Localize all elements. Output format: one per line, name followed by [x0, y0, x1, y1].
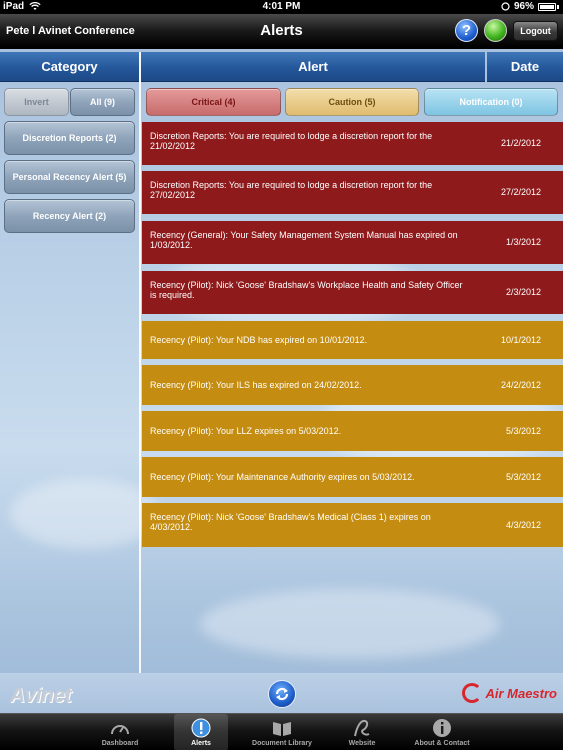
- info-icon: [433, 719, 451, 737]
- tab-about-contact[interactable]: About & Contact: [397, 714, 487, 750]
- column-divider: [139, 52, 141, 675]
- battery-percent: 96%: [513, 1, 534, 12]
- alert-message: Discretion Reports: You are required to …: [150, 131, 433, 151]
- logout-button[interactable]: Logout: [513, 21, 558, 41]
- alert-row[interactable]: Recency (Pilot): Your LLZ expires on 5/0…: [142, 411, 563, 451]
- alert-message: Recency (Pilot): Nick 'Goose' Bradshaw's…: [150, 512, 431, 532]
- alert-message: Recency (Pilot): Your ILS has expired on…: [150, 380, 362, 390]
- alert-row[interactable]: Recency (Pilot): Your ILS has expired on…: [142, 365, 563, 405]
- alert-date: 1/3/2012: [505, 237, 541, 247]
- alert-date: 5/3/2012: [505, 426, 541, 436]
- air-maestro-logo: Air Maestro: [462, 683, 557, 703]
- alert-row[interactable]: Recency (Pilot): Nick 'Goose' Bradshaw's…: [142, 271, 563, 314]
- tab-alerts[interactable]: Alerts: [174, 714, 228, 750]
- logo-strip: Avinet Air Maestro: [0, 673, 563, 713]
- web-icon: [354, 719, 370, 737]
- alert-date: 21/2/2012: [500, 138, 541, 148]
- alert-message: Recency (General): Your Safety Managemen…: [150, 230, 458, 250]
- alert-date: 27/2/2012: [500, 187, 541, 197]
- refresh-icon: [275, 687, 289, 701]
- nav-bar: Pete l Avinet Conference Alerts ? Logout: [0, 14, 563, 48]
- filter-critical-button[interactable]: Critical (4): [146, 88, 281, 116]
- help-button[interactable]: ?: [455, 19, 478, 42]
- alert-row[interactable]: Discretion Reports: You are required to …: [142, 122, 563, 165]
- alert-message: Recency (Pilot): Your LLZ expires on 5/0…: [150, 426, 342, 436]
- alert-date: 24/2/2012: [500, 380, 541, 390]
- sync-button[interactable]: [268, 680, 296, 708]
- book-icon: [273, 722, 291, 736]
- alert-column-header[interactable]: Alert: [141, 52, 485, 82]
- category-column-header: Category: [0, 52, 139, 82]
- lock-rotation-icon: [501, 2, 510, 11]
- alert-row[interactable]: Recency (General): Your Safety Managemen…: [142, 221, 563, 264]
- category-discretion-reports[interactable]: Discretion Reports (2): [4, 121, 135, 155]
- alert-row[interactable]: Recency (Pilot): Your NDB has expired on…: [142, 321, 563, 359]
- gauge-icon: [111, 725, 129, 735]
- tab-dashboard[interactable]: Dashboard: [75, 714, 165, 750]
- battery-icon: [538, 2, 556, 11]
- alert-message: Recency (Pilot): Your NDB has expired on…: [150, 335, 368, 345]
- tab-website[interactable]: Website: [317, 714, 407, 750]
- all-categories-button[interactable]: All (9): [70, 88, 135, 116]
- alert-message: Recency (Pilot): Your Maintenance Author…: [150, 472, 415, 482]
- alert-row[interactable]: Discretion Reports: You are required to …: [142, 171, 563, 214]
- category-personal-recency-alert[interactable]: Personal Recency Alert (5): [4, 160, 135, 194]
- date-column-header[interactable]: Date: [487, 52, 563, 82]
- alert-row[interactable]: Recency (Pilot): Nick 'Goose' Bradshaw's…: [142, 503, 563, 547]
- invert-button[interactable]: Invert: [4, 88, 69, 116]
- category-recency-alert[interactable]: Recency Alert (2): [4, 199, 135, 233]
- tab-document-library[interactable]: Document Library: [237, 714, 327, 750]
- alert-date: 2/3/2012: [505, 287, 541, 297]
- main-content: Category Alert Date Invert All (9) Discr…: [0, 49, 563, 714]
- filter-caution-button[interactable]: Caution (5): [285, 88, 419, 116]
- clock: 4:01 PM: [262, 1, 301, 12]
- avinet-logo: Avinet: [10, 684, 72, 707]
- status-bar: iPad 4:01 PM 96%: [0, 0, 563, 14]
- tab-bar: Dashboard Alerts Document Library Websit…: [0, 713, 563, 750]
- air-maestro-mark-icon: [462, 683, 483, 703]
- page-title: Alerts: [260, 22, 303, 39]
- alert-row[interactable]: Recency (Pilot): Your Maintenance Author…: [142, 457, 563, 497]
- connection-status-icon[interactable]: [484, 19, 507, 42]
- exclamation-icon: [191, 718, 211, 738]
- alert-message: Discretion Reports: You are required to …: [150, 180, 433, 200]
- filter-notification-button[interactable]: Notification (0): [424, 88, 558, 116]
- alert-date: 10/1/2012: [500, 335, 541, 345]
- alert-message: Recency (Pilot): Nick 'Goose' Bradshaw's…: [150, 280, 463, 300]
- alert-date: 5/3/2012: [505, 472, 541, 482]
- alert-date: 4/3/2012: [505, 520, 541, 530]
